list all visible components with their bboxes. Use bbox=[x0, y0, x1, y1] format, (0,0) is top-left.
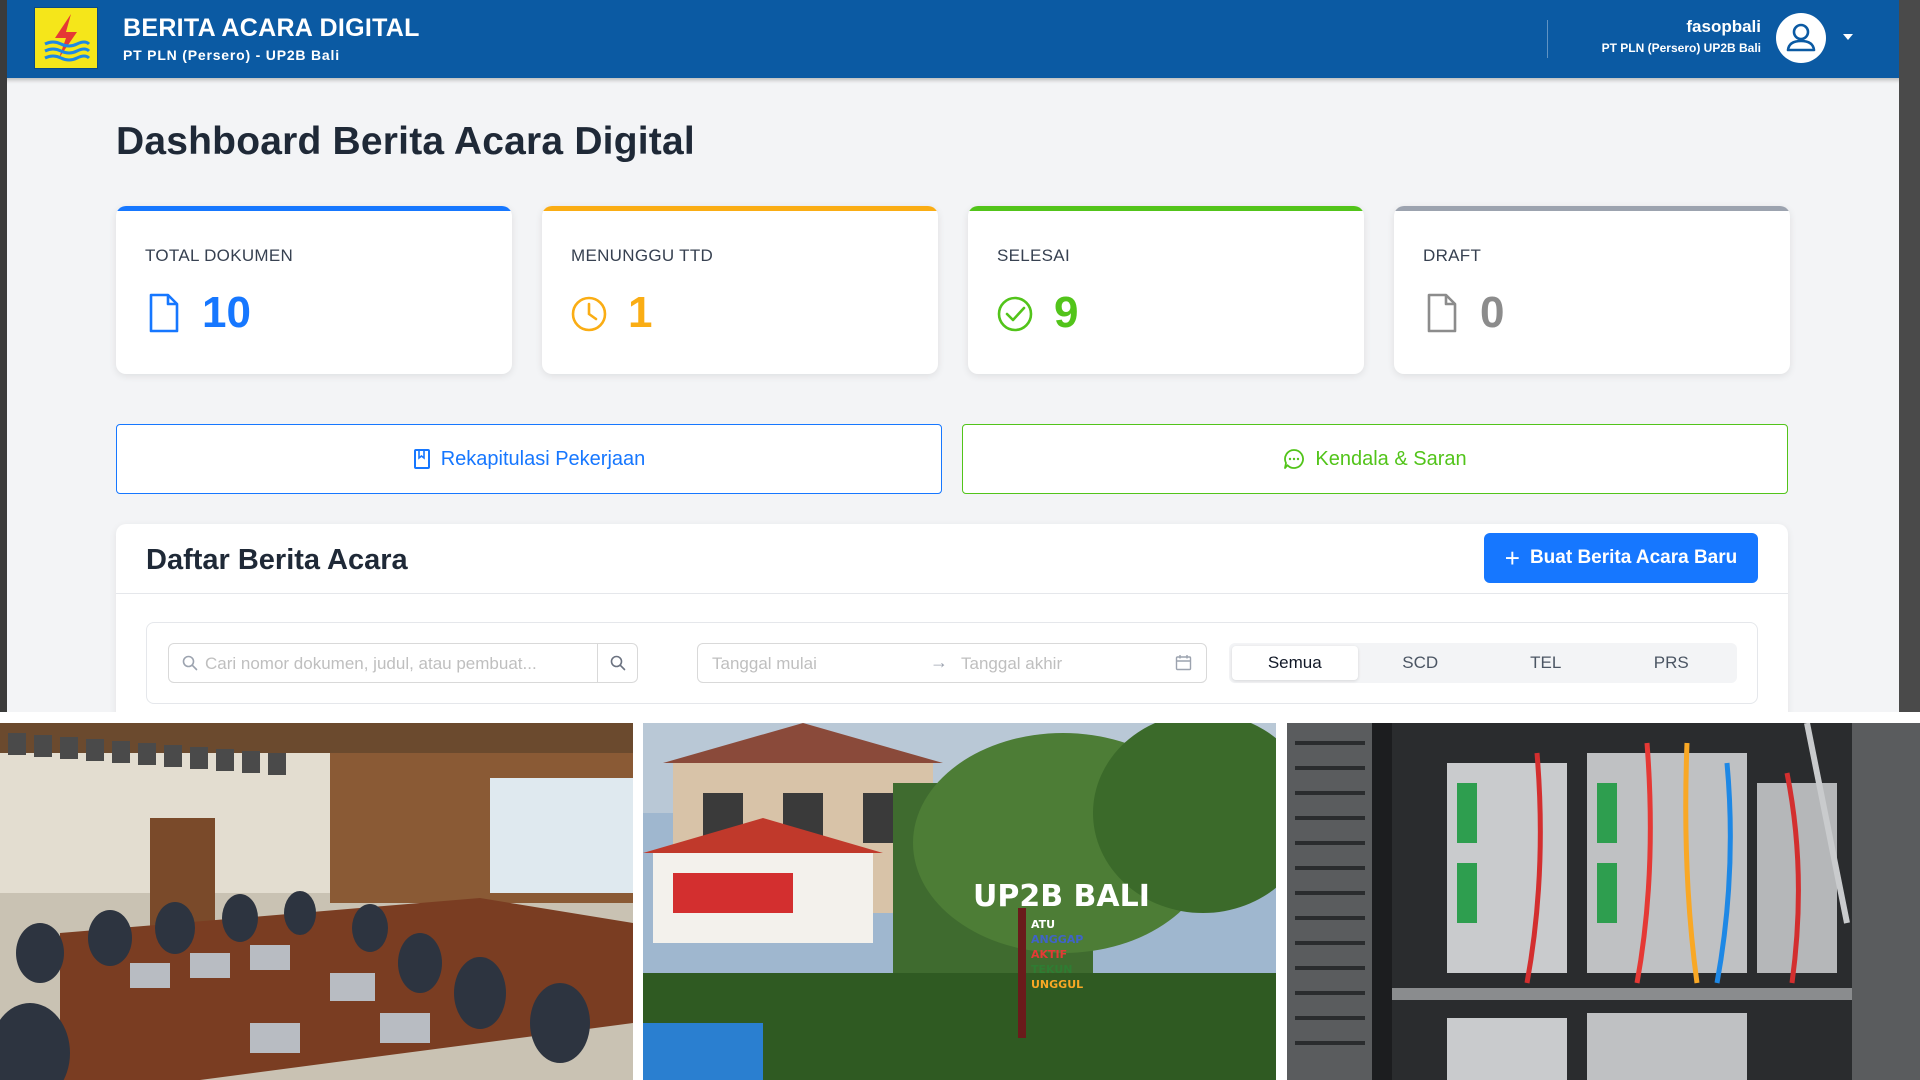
daftar-berita-acara-card: Daftar Berita Acara + Buat Berita Acara … bbox=[116, 524, 1788, 712]
stat-card-accent bbox=[542, 206, 938, 211]
up2b-bali-building-photo: UP2B BALI ATU ANGGAP AKTIF TEKUN UNGGUL bbox=[643, 723, 1276, 1080]
filter-option-prs[interactable]: PRS bbox=[1609, 646, 1735, 680]
motto-line: UNGGUL bbox=[1031, 978, 1083, 991]
app-title: BERITA ACARA DIGITAL bbox=[123, 14, 420, 42]
header-divider bbox=[1547, 20, 1548, 58]
motto-line: ANGGAP bbox=[1031, 933, 1083, 946]
stat-card-total-dokumen: TOTAL DOKUMEN 10 bbox=[116, 206, 512, 374]
book-icon bbox=[413, 448, 431, 470]
stat-card-accent bbox=[116, 206, 512, 211]
pln-logo-icon[interactable] bbox=[34, 7, 98, 69]
stat-value: 1 bbox=[628, 288, 653, 337]
search-input[interactable]: Cari nomor dokumen, judul, atau pembuat.… bbox=[168, 643, 638, 683]
stat-card-accent bbox=[968, 206, 1364, 211]
motto-line: TEKUN bbox=[1031, 963, 1073, 976]
kendala-saran-label: Kendala & Saran bbox=[1315, 447, 1467, 470]
top-navigation-bar: BERITA ACARA DIGITAL PT PLN (Persero) - … bbox=[0, 0, 1920, 78]
filter-option-scd[interactable]: SCD bbox=[1358, 646, 1484, 680]
date-start-field[interactable]: Tanggal mulai bbox=[712, 654, 817, 674]
list-title: Daftar Berita Acara bbox=[146, 544, 408, 576]
document-icon bbox=[1423, 292, 1459, 334]
user-menu-caret-icon[interactable] bbox=[1843, 34, 1853, 40]
filter-bar: Cari nomor dokumen, judul, atau pembuat.… bbox=[146, 622, 1758, 704]
stat-label: TOTAL DOKUMEN bbox=[145, 246, 294, 265]
window-left-edge bbox=[0, 0, 7, 712]
category-filter: Semua SCD TEL PRS bbox=[1229, 643, 1737, 683]
building-sign-text: UP2B BALI bbox=[973, 879, 1150, 914]
app-subtitle: PT PLN (Persero) - UP2B Bali bbox=[123, 47, 340, 63]
page-title: Dashboard Berita Acara Digital bbox=[116, 120, 695, 163]
stat-label: DRAFT bbox=[1423, 246, 1482, 265]
date-end-field[interactable]: Tanggal akhir bbox=[961, 654, 1062, 674]
kendala-saran-button[interactable]: Kendala & Saran bbox=[962, 424, 1788, 494]
calendar-icon[interactable] bbox=[1175, 654, 1192, 676]
control-panel-photo bbox=[1287, 723, 1920, 1080]
stat-card-accent bbox=[1394, 206, 1790, 211]
stat-label: SELESAI bbox=[997, 246, 1070, 265]
search-button[interactable] bbox=[597, 644, 637, 682]
chat-bubble-icon bbox=[1283, 448, 1305, 470]
user-name[interactable]: fasopbali bbox=[1686, 17, 1761, 37]
card-divider bbox=[116, 593, 1788, 594]
filter-option-semua[interactable]: Semua bbox=[1232, 646, 1358, 680]
meeting-room-photo bbox=[0, 723, 633, 1080]
plus-icon: + bbox=[1504, 543, 1520, 573]
stat-label: MENUNGGU TTD bbox=[571, 246, 714, 265]
rekapitulasi-label: Rekapitulasi Pekerjaan bbox=[440, 447, 646, 470]
search-icon bbox=[182, 655, 198, 676]
stat-value: 0 bbox=[1480, 288, 1505, 337]
motto-line: AKTIF bbox=[1031, 948, 1067, 961]
vertical-scrollbar[interactable] bbox=[1899, 0, 1920, 712]
document-icon bbox=[145, 292, 181, 334]
filter-option-tel[interactable]: TEL bbox=[1483, 646, 1609, 680]
search-icon bbox=[610, 655, 625, 671]
stat-card-selesai: SELESAI 9 bbox=[968, 206, 1364, 374]
search-placeholder: Cari nomor dokumen, judul, atau pembuat.… bbox=[205, 654, 537, 673]
stat-card-menunggu-ttd: MENUNGGU TTD 1 bbox=[542, 206, 938, 374]
rekapitulasi-pekerjaan-button[interactable]: Rekapitulasi Pekerjaan bbox=[116, 424, 942, 494]
app-window: BERITA ACARA DIGITAL PT PLN (Persero) - … bbox=[0, 0, 1920, 712]
stat-value: 10 bbox=[202, 288, 251, 337]
date-range-picker[interactable]: Tanggal mulai → Tanggal akhir bbox=[697, 643, 1207, 683]
clock-icon bbox=[571, 292, 607, 334]
stat-value: 9 bbox=[1054, 288, 1079, 337]
new-button-label: Buat Berita Acara Baru bbox=[1529, 547, 1738, 568]
check-circle-icon bbox=[997, 292, 1033, 334]
user-avatar-icon[interactable] bbox=[1776, 13, 1826, 63]
motto-line: ATU bbox=[1031, 918, 1055, 931]
arrow-right-icon: → bbox=[930, 652, 948, 672]
buat-berita-acara-baru-button[interactable]: + Buat Berita Acara Baru bbox=[1484, 533, 1758, 583]
user-organization: PT PLN (Persero) UP2B Bali bbox=[1601, 41, 1761, 55]
stat-card-draft: DRAFT 0 bbox=[1394, 206, 1790, 374]
